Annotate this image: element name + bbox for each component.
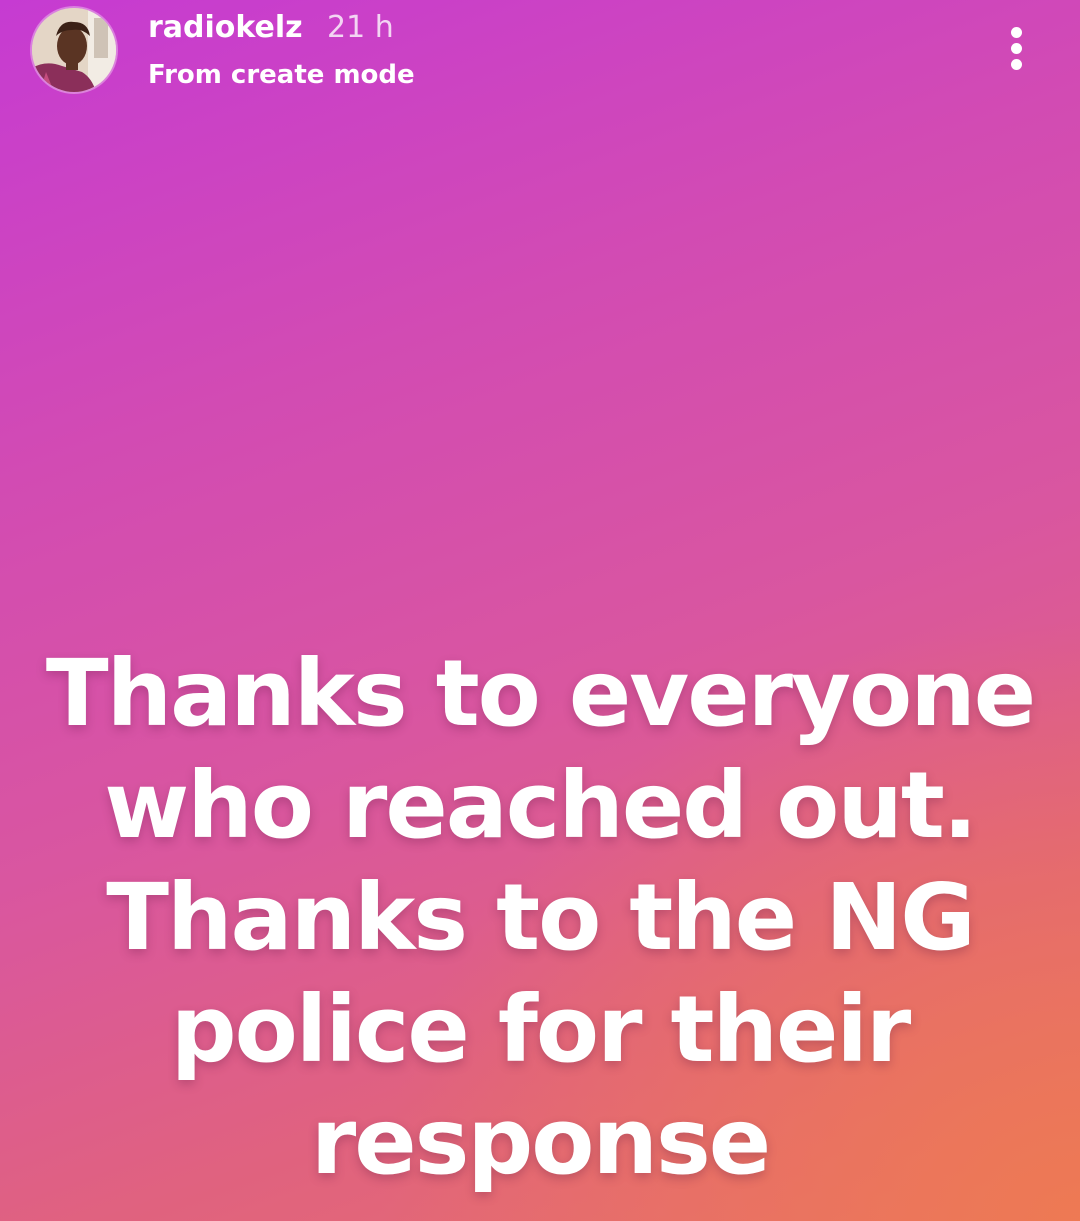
avatar-image — [32, 8, 116, 92]
story-view[interactable]: radiokelz 21 h From create mode Thanks t… — [0, 0, 1080, 1221]
username[interactable]: radiokelz — [148, 10, 303, 46]
story-header: radiokelz 21 h From create mode — [0, 0, 1080, 110]
story-text-line: Thanks to everyone — [45, 640, 1036, 747]
post-time: 21 h — [327, 10, 394, 45]
more-vertical-icon-dot — [1011, 43, 1022, 54]
avatar[interactable] — [32, 8, 116, 92]
more-vertical-icon — [1011, 27, 1022, 38]
story-text-line: Thanks to the NG — [106, 864, 975, 971]
story-text-line: response — [310, 1088, 771, 1195]
story-text: Thanks to everyone who reached out. Than… — [40, 638, 1040, 1198]
story-text-line: who reached out. — [104, 752, 978, 859]
story-text-line: police for their — [170, 976, 912, 1083]
more-vertical-icon-dot — [1011, 59, 1022, 70]
story-source-label: From create mode — [148, 60, 415, 90]
more-options-button[interactable] — [994, 20, 1040, 76]
